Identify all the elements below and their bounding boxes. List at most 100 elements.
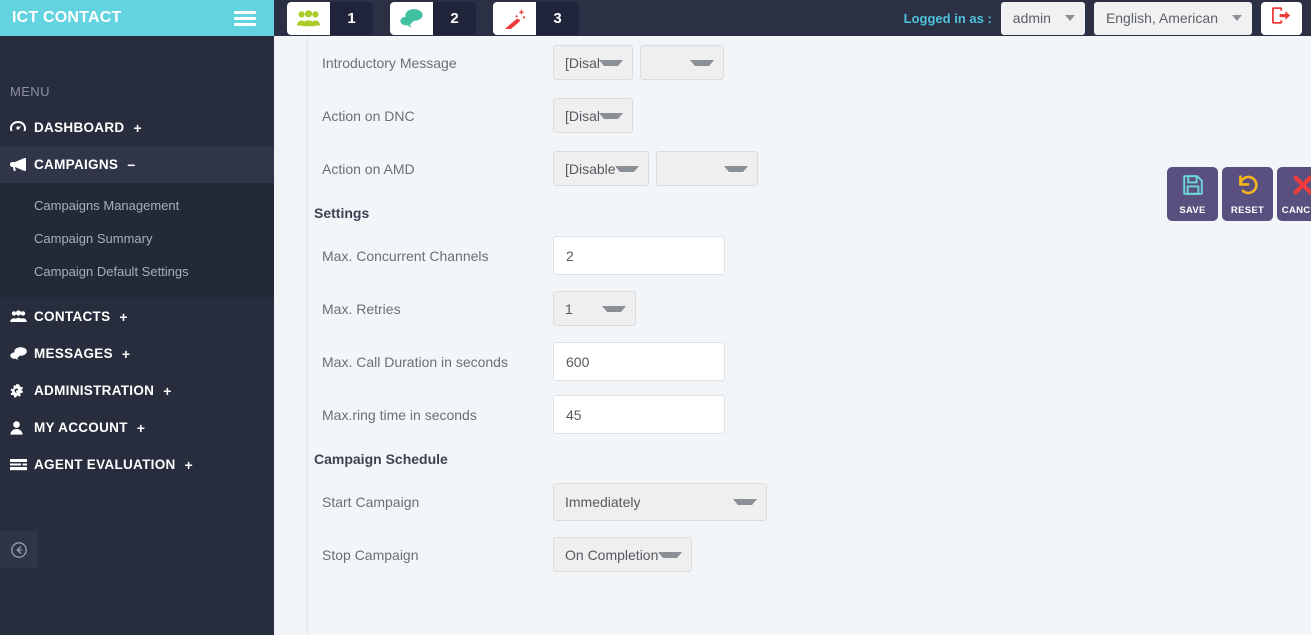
- stop-campaign-select[interactable]: On Completion: [553, 537, 692, 572]
- floppy-disk-icon: [1181, 173, 1205, 202]
- logout-button[interactable]: [1261, 1, 1302, 35]
- field-controls: 1: [553, 291, 636, 326]
- list-icon: [10, 458, 34, 471]
- cancel-button[interactable]: CANCEL: [1277, 167, 1311, 221]
- campaigns-submenu: Campaigns Management Campaign Summary Ca…: [0, 183, 274, 298]
- select-value: [Disabled]: [565, 160, 615, 177]
- form-row-start-campaign: Start Campaign Immediately: [308, 475, 1068, 528]
- brand-header: ICT CONTACT: [0, 0, 274, 36]
- logged-in-label: Logged in as :: [903, 10, 992, 26]
- main-content: Introductory Message [Disabl...: [274, 36, 1311, 635]
- field-label: Max. Concurrent Channels: [322, 247, 489, 264]
- form-row-max-call-duration: Max. Call Duration in seconds 600: [308, 335, 1068, 388]
- users-group-icon: [287, 1, 330, 35]
- sidebar-item-contacts[interactable]: CONTACTS +: [0, 298, 274, 335]
- logout-icon: [1272, 7, 1291, 29]
- sidebar-item-label: ADMINISTRATION: [34, 383, 155, 398]
- max-concurrent-channels-input[interactable]: 2: [553, 236, 725, 275]
- field-controls: [Disabl...: [553, 45, 724, 80]
- cross-icon: [1291, 173, 1311, 202]
- sidebar-item-label: DASHBOARD: [34, 120, 125, 135]
- cancel-button-label: CANCEL: [1281, 204, 1311, 216]
- expand-sign: +: [119, 308, 128, 325]
- sidebar-item-messages[interactable]: MESSAGES +: [0, 335, 274, 372]
- action-on-amd-secondary-select[interactable]: [656, 151, 758, 186]
- field-controls: Immediately: [553, 482, 767, 521]
- field-label: Action on DNC: [322, 107, 415, 124]
- introductory-message-select[interactable]: [Disabl...: [553, 45, 633, 80]
- chevron-down-icon: [615, 165, 639, 172]
- field-label: Introductory Message: [322, 54, 457, 71]
- language-dropdown[interactable]: English, American: [1093, 1, 1252, 35]
- max-retries-select[interactable]: 1: [553, 291, 636, 326]
- hamburger-icon[interactable]: [234, 10, 256, 26]
- field-controls: 600: [553, 342, 725, 381]
- wizard-step-1[interactable]: 1: [287, 1, 373, 35]
- campaign-settings-panel: Introductory Message [Disabl...: [307, 36, 1311, 635]
- user-dropdown[interactable]: admin: [1000, 1, 1085, 35]
- sidebar-item-label: MESSAGES: [34, 346, 113, 361]
- undo-arrow-icon: [1236, 173, 1260, 202]
- sidebar-subitem-campaign-default-settings[interactable]: Campaign Default Settings: [0, 255, 274, 288]
- chevron-down-icon: [599, 59, 623, 66]
- expand-sign: +: [184, 456, 194, 473]
- campaign-form: Introductory Message [Disabl...: [308, 36, 1068, 581]
- sidebar-item-label: AGENT EVALUATION: [34, 457, 176, 472]
- sidebar-item-label: MY ACCOUNT: [34, 420, 128, 435]
- reset-button[interactable]: RESET: [1222, 167, 1273, 221]
- user-dropdown-value: admin: [1012, 10, 1051, 26]
- sidebar-item-campaigns[interactable]: CAMPAIGNS −: [0, 146, 274, 183]
- messages-icon: [10, 347, 34, 360]
- contacts-icon: [10, 310, 34, 323]
- settings-heading: Settings: [314, 205, 370, 221]
- app-logo-text: ICT CONTACT: [12, 9, 122, 26]
- select-value: [Disabl...: [565, 107, 599, 124]
- chevron-down-icon: [599, 112, 623, 119]
- sidebar-item-label: CONTACTS: [34, 309, 111, 324]
- sidebar-collapse-button[interactable]: [0, 531, 38, 568]
- wizard-step-number: 3: [536, 1, 579, 35]
- wizard-step-3[interactable]: 3: [493, 1, 579, 35]
- select-value: 1: [565, 300, 573, 317]
- field-label: Max.ring time in seconds: [322, 406, 477, 423]
- max-ring-time-input[interactable]: 45: [553, 395, 725, 434]
- expand-sign: +: [133, 119, 142, 136]
- form-row-max-retries: Max. Retries 1: [308, 282, 1068, 335]
- field-controls: On Completion: [553, 537, 692, 572]
- megaphone-icon: [10, 158, 34, 171]
- menu-section-label: MENU: [10, 84, 50, 99]
- select-value: On Completion: [565, 546, 658, 563]
- wizard-step-2[interactable]: 2: [390, 1, 476, 35]
- form-action-buttons: SAVE RESET CANC: [1167, 167, 1311, 221]
- chevron-down-icon: [724, 165, 748, 172]
- wizard-step-number: 2: [433, 1, 476, 35]
- save-button[interactable]: SAVE: [1167, 167, 1218, 221]
- introductory-message-secondary-select[interactable]: [640, 45, 724, 80]
- topbar: 1 2 3 Logged in as: admin English, Amer…: [274, 0, 1311, 36]
- expand-sign: +: [121, 345, 131, 362]
- sidebar-item-dashboard[interactable]: DASHBOARD +: [0, 109, 274, 146]
- magic-wand-icon: [493, 1, 536, 35]
- form-row-max-concurrent-channels: Max. Concurrent Channels 2: [308, 229, 1068, 282]
- field-label: Start Campaign: [322, 493, 420, 510]
- start-campaign-select[interactable]: Immediately: [553, 482, 767, 521]
- dashboard-icon: [10, 121, 34, 134]
- sidebar-subitem-campaign-summary[interactable]: Campaign Summary: [0, 222, 274, 255]
- sidebar-subitem-campaigns-management[interactable]: Campaigns Management: [0, 189, 274, 222]
- action-on-amd-select[interactable]: [Disabled]: [553, 151, 649, 186]
- action-on-dnc-select[interactable]: [Disabl...: [553, 98, 633, 133]
- gears-icon: [10, 383, 34, 398]
- field-label: Max. Retries: [322, 300, 401, 317]
- sidebar-item-my-account[interactable]: MY ACCOUNT +: [0, 409, 274, 446]
- form-row-introductory-message: Introductory Message [Disabl...: [308, 36, 1068, 89]
- sidebar-item-administration[interactable]: ADMINISTRATION +: [0, 372, 274, 409]
- sidebar: ICT CONTACT MENU DASHBOARD + CAMPAIGNS −…: [0, 0, 274, 635]
- campaign-schedule-heading: Campaign Schedule: [314, 451, 448, 467]
- sidebar-item-agent-evaluation[interactable]: AGENT EVALUATION +: [0, 446, 274, 483]
- chevron-down-icon: [690, 59, 714, 66]
- max-call-duration-input[interactable]: 600: [553, 342, 725, 381]
- expand-sign: +: [163, 382, 172, 399]
- field-label: Max. Call Duration in seconds: [322, 353, 508, 370]
- form-row-stop-campaign: Stop Campaign On Completion: [308, 528, 1068, 581]
- sidebar-item-label: CAMPAIGNS: [34, 157, 119, 172]
